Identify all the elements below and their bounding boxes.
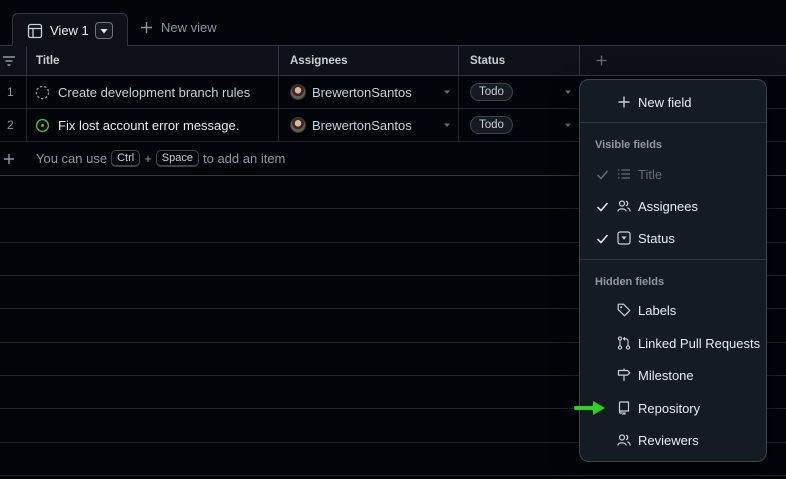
filter-icon[interactable] — [2, 46, 16, 75]
menu-divider — [580, 259, 766, 260]
status-badge: Todo — [470, 83, 513, 101]
people-icon — [617, 200, 631, 212]
item-title[interactable]: Fix lost account error message. — [58, 109, 239, 141]
add-item-hint[interactable]: You can use Ctrl + Space to add an item — [36, 142, 285, 175]
new-view-button[interactable]: New view — [140, 20, 217, 35]
column-header-title[interactable]: Title — [36, 46, 59, 75]
menu-item-title: Title — [580, 158, 766, 190]
plus-icon — [596, 55, 607, 66]
space-key: Space — [155, 150, 199, 167]
view-options-button[interactable] — [95, 22, 113, 39]
check-icon — [596, 202, 609, 212]
hint-prefix: You can use — [36, 151, 108, 166]
hint-suffix: to add an item — [203, 151, 286, 166]
tag-icon — [617, 303, 631, 317]
menu-item-label: Labels — [638, 302, 677, 318]
menu-item-assignees[interactable]: Assignees — [580, 190, 766, 222]
assignee-name: BrewertonSantos — [312, 84, 412, 100]
menu-item-label: Repository — [638, 400, 701, 416]
grid-line — [0, 475, 786, 476]
menu-divider — [580, 122, 766, 123]
tab-view-1[interactable]: View 1 — [12, 13, 128, 47]
table-icon — [27, 23, 43, 38]
repo-icon — [618, 401, 630, 415]
single-select-icon — [617, 231, 631, 245]
plus-icon[interactable] — [3, 142, 15, 175]
hidden-fields-heading: Hidden fields — [595, 276, 665, 288]
ctrl-key: Ctrl — [111, 150, 141, 167]
assignee-cell[interactable]: BrewertonSantos — [290, 109, 412, 141]
triangle-down-icon — [100, 28, 108, 33]
annotation-arrow-icon — [574, 401, 605, 415]
pull-request-icon — [617, 336, 631, 350]
milestone-icon — [617, 368, 631, 381]
new-field-label: New field — [638, 94, 692, 110]
menu-item-label: Assignees — [638, 198, 698, 214]
menu-item-label: Reviewers — [638, 432, 699, 448]
status-cell[interactable]: Todo — [470, 76, 513, 108]
chevron-down-icon[interactable] — [564, 76, 572, 108]
avatar — [290, 84, 306, 100]
menu-item-label: Title — [638, 166, 663, 182]
row-number: 2 — [7, 118, 14, 132]
plus-icon — [141, 22, 152, 33]
menu-item-label: Linked Pull Requests — [638, 335, 761, 351]
open-issue-icon — [35, 109, 50, 141]
draft-circle-icon — [35, 76, 50, 108]
assignee-name: BrewertonSantos — [312, 117, 412, 133]
tab-label: View 1 — [50, 23, 89, 38]
new-view-label: New view — [161, 20, 217, 35]
table-header: Title Assignees Status — [0, 46, 786, 76]
chevron-down-icon[interactable] — [443, 109, 451, 141]
status-badge: Todo — [470, 116, 513, 134]
menu-item-reviewers[interactable]: Reviewers — [580, 424, 766, 456]
row-number: 1 — [7, 85, 14, 99]
new-field-button[interactable]: New field — [580, 86, 766, 118]
column-header-status[interactable]: Status — [470, 46, 505, 75]
visible-fields-heading: Visible fields — [595, 139, 663, 151]
menu-item-milestone[interactable]: Milestone — [580, 359, 766, 391]
chevron-down-icon[interactable] — [564, 109, 572, 141]
add-field-button[interactable] — [596, 46, 607, 75]
item-title[interactable]: Create development branch rules — [58, 76, 250, 108]
assignee-cell[interactable]: BrewertonSantos — [290, 76, 412, 108]
list-icon — [618, 169, 630, 179]
menu-item-labels[interactable]: Labels — [580, 294, 766, 326]
menu-item-status[interactable]: Status — [580, 222, 766, 254]
plus-icon — [618, 96, 630, 108]
column-header-assignees[interactable]: Assignees — [290, 46, 348, 75]
check-icon — [596, 170, 609, 180]
menu-item-label: Milestone — [638, 367, 694, 383]
hint-plus: + — [144, 151, 152, 166]
avatar — [290, 117, 306, 133]
people-icon — [617, 434, 631, 446]
status-cell[interactable]: Todo — [470, 109, 513, 141]
menu-item-label: Status — [638, 230, 675, 246]
view-tab-bar: View 1 New view — [0, 0, 786, 47]
menu-item-linked-pull-requests[interactable]: Linked Pull Requests — [580, 327, 766, 359]
check-icon — [596, 234, 609, 244]
chevron-down-icon[interactable] — [443, 76, 451, 108]
